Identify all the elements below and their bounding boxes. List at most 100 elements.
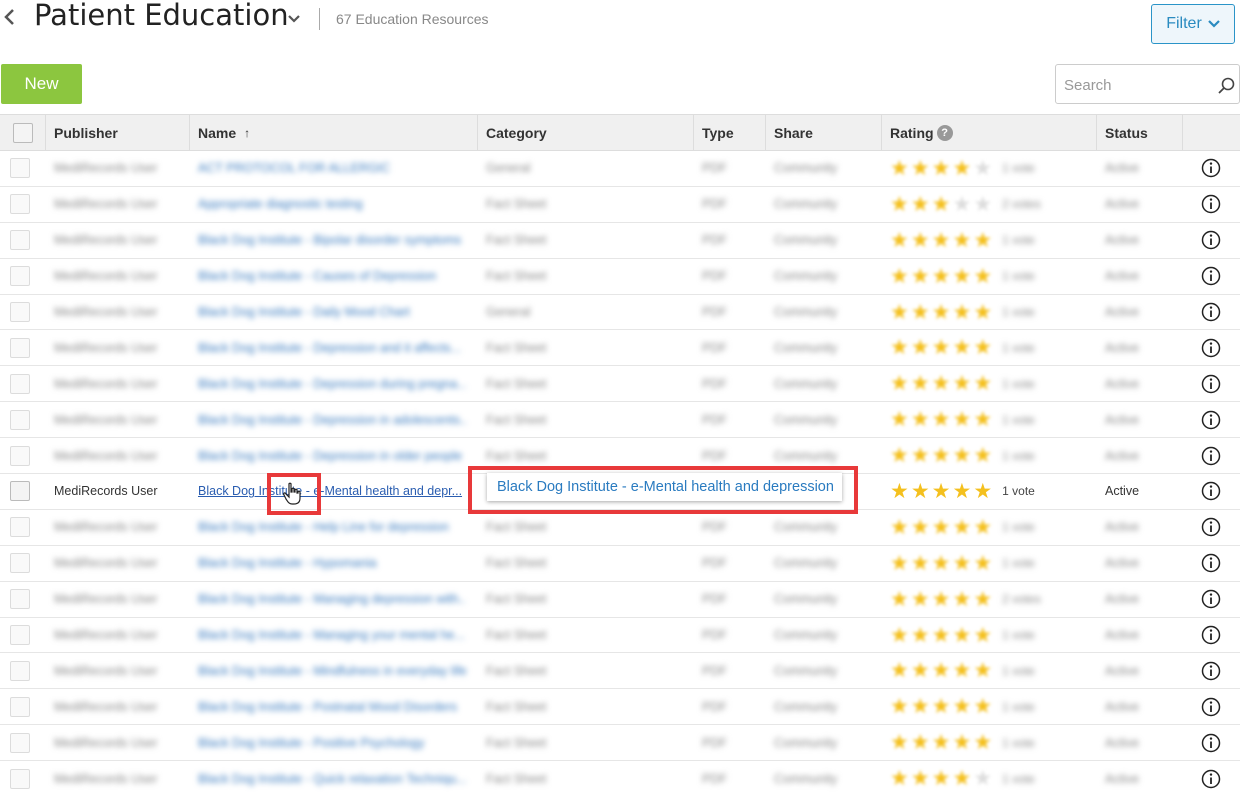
table-row[interactable]: MediRecords User Black Dog Institute - De… xyxy=(0,438,1240,475)
row-checkbox[interactable] xyxy=(10,302,30,322)
column-header-publisher[interactable]: Publisher xyxy=(46,115,190,151)
star-icon[interactable]: ★ xyxy=(952,732,971,753)
star-icon[interactable]: ★ xyxy=(890,230,909,251)
star-icon[interactable]: ★ xyxy=(973,194,992,215)
star-icon[interactable]: ★ xyxy=(973,768,992,789)
star-icon[interactable]: ★ xyxy=(952,553,971,574)
info-icon[interactable] xyxy=(1201,266,1221,286)
info-icon[interactable] xyxy=(1201,446,1221,466)
star-icon[interactable]: ★ xyxy=(890,517,909,538)
star-icon[interactable]: ★ xyxy=(973,589,992,610)
table-row[interactable]: MediRecords User Black Dog Institute - Ca… xyxy=(0,259,1240,295)
star-icon[interactable]: ★ xyxy=(890,445,909,466)
star-rating[interactable]: ★ ★ ★ ★ ★ xyxy=(890,409,992,430)
star-icon[interactable]: ★ xyxy=(973,230,992,251)
info-icon[interactable] xyxy=(1201,517,1221,537)
star-rating[interactable]: ★ ★ ★ ★ ★ xyxy=(890,517,992,538)
table-row[interactable]: MediRecords User Black Dog Institute - Po… xyxy=(0,689,1240,726)
star-icon[interactable]: ★ xyxy=(911,696,930,717)
star-icon[interactable]: ★ xyxy=(932,266,951,287)
star-icon[interactable]: ★ xyxy=(932,158,951,179)
search-icon[interactable] xyxy=(1217,76,1237,96)
name-link[interactable]: Black Dog Institute - Depression and it … xyxy=(190,330,466,365)
info-icon[interactable] xyxy=(1201,338,1221,358)
star-icon[interactable]: ★ xyxy=(890,158,909,179)
star-icon[interactable]: ★ xyxy=(890,553,909,574)
column-header-category[interactable]: Category xyxy=(478,115,694,151)
star-icon[interactable]: ★ xyxy=(911,337,930,358)
star-icon[interactable]: ★ xyxy=(952,481,971,502)
new-button[interactable]: New xyxy=(1,64,82,104)
table-row[interactable]: MediRecords User Black Dog Institute - Ma… xyxy=(0,582,1240,618)
star-icon[interactable]: ★ xyxy=(973,625,992,646)
star-rating[interactable]: ★ ★ ★ ★ ★ xyxy=(890,481,992,502)
star-icon[interactable]: ★ xyxy=(911,445,930,466)
star-icon[interactable]: ★ xyxy=(932,481,951,502)
info-icon[interactable] xyxy=(1201,697,1221,717)
star-icon[interactable]: ★ xyxy=(952,625,971,646)
star-icon[interactable]: ★ xyxy=(973,337,992,358)
name-link[interactable]: Black Dog Institute - Hypomania xyxy=(190,546,466,581)
table-row[interactable]: MediRecords User Black Dog Institute - Hy… xyxy=(0,546,1240,582)
star-icon[interactable]: ★ xyxy=(932,517,951,538)
star-icon[interactable]: ★ xyxy=(973,481,992,502)
name-link[interactable]: Black Dog Institute - Depression during … xyxy=(190,366,466,401)
name-link[interactable]: Black Dog Institute - Bipolar disorder s… xyxy=(190,223,466,258)
star-icon[interactable]: ★ xyxy=(952,589,971,610)
star-icon[interactable]: ★ xyxy=(932,589,951,610)
star-icon[interactable]: ★ xyxy=(973,445,992,466)
star-icon[interactable]: ★ xyxy=(973,266,992,287)
star-rating[interactable]: ★ ★ ★ ★ ★ xyxy=(890,768,992,789)
search-input[interactable] xyxy=(1064,74,1214,96)
info-icon[interactable] xyxy=(1201,158,1221,178)
star-icon[interactable]: ★ xyxy=(973,553,992,574)
row-checkbox[interactable] xyxy=(10,625,30,646)
star-icon[interactable]: ★ xyxy=(890,409,909,430)
star-icon[interactable]: ★ xyxy=(890,373,909,394)
select-all-checkbox[interactable] xyxy=(12,123,33,143)
star-icon[interactable]: ★ xyxy=(890,481,909,502)
row-checkbox[interactable] xyxy=(10,696,30,717)
star-rating[interactable]: ★ ★ ★ ★ ★ xyxy=(890,445,992,466)
star-icon[interactable]: ★ xyxy=(932,553,951,574)
star-rating[interactable]: ★ ★ ★ ★ ★ xyxy=(890,732,992,753)
star-icon[interactable]: ★ xyxy=(911,589,930,610)
table-row[interactable]: MediRecords User Black Dog Institute - De… xyxy=(0,330,1240,367)
row-checkbox[interactable] xyxy=(10,445,30,466)
star-icon[interactable]: ★ xyxy=(973,660,992,681)
star-icon[interactable]: ★ xyxy=(911,409,930,430)
info-icon[interactable] xyxy=(1201,661,1221,681)
star-rating[interactable]: ★ ★ ★ ★ ★ xyxy=(890,194,992,215)
star-icon[interactable]: ★ xyxy=(890,302,909,323)
star-icon[interactable]: ★ xyxy=(952,158,971,179)
filter-button[interactable]: Filter xyxy=(1151,4,1235,44)
info-icon[interactable] xyxy=(1201,410,1221,430)
table-row[interactable]: MediRecords User Black Dog Institute - Mi… xyxy=(0,653,1240,690)
row-checkbox[interactable] xyxy=(10,768,30,789)
star-icon[interactable]: ★ xyxy=(911,768,930,789)
table-row[interactable]: MediRecords User Black Dog Institute - Da… xyxy=(0,295,1240,331)
star-icon[interactable]: ★ xyxy=(952,337,971,358)
star-icon[interactable]: ★ xyxy=(973,409,992,430)
back-chevron-icon[interactable] xyxy=(2,4,16,30)
table-row[interactable]: MediRecords User Black Dog Institute - Po… xyxy=(0,725,1240,762)
name-link[interactable]: Black Dog Institute - Depression in olde… xyxy=(190,438,466,473)
name-link[interactable]: Black Dog Institute - Postnatal Mood Dis… xyxy=(190,689,466,724)
star-icon[interactable]: ★ xyxy=(952,660,971,681)
name-link[interactable]: Black Dog Institute - Managing your ment… xyxy=(190,618,466,653)
row-checkbox[interactable] xyxy=(10,230,30,251)
row-checkbox[interactable] xyxy=(10,517,30,538)
table-row[interactable]: MediRecords User ACT PROTOCOL FOR ALLERGI… xyxy=(0,151,1240,187)
table-row[interactable]: MediRecords User Black Dog Institute - De… xyxy=(0,402,1240,439)
column-header-name[interactable]: Name ↑ xyxy=(190,115,478,151)
star-rating[interactable]: ★ ★ ★ ★ ★ xyxy=(890,266,992,287)
star-rating[interactable]: ★ ★ ★ ★ ★ xyxy=(890,337,992,358)
star-icon[interactable]: ★ xyxy=(932,302,951,323)
name-link[interactable]: Black Dog Institute - Positive Psycholog… xyxy=(190,725,466,760)
star-icon[interactable]: ★ xyxy=(952,409,971,430)
row-checkbox[interactable] xyxy=(10,194,30,215)
star-icon[interactable]: ★ xyxy=(890,696,909,717)
name-link[interactable]: Black Dog Institute - e-Mental health an… xyxy=(190,474,466,509)
star-icon[interactable]: ★ xyxy=(911,732,930,753)
info-icon[interactable] xyxy=(1201,481,1221,501)
